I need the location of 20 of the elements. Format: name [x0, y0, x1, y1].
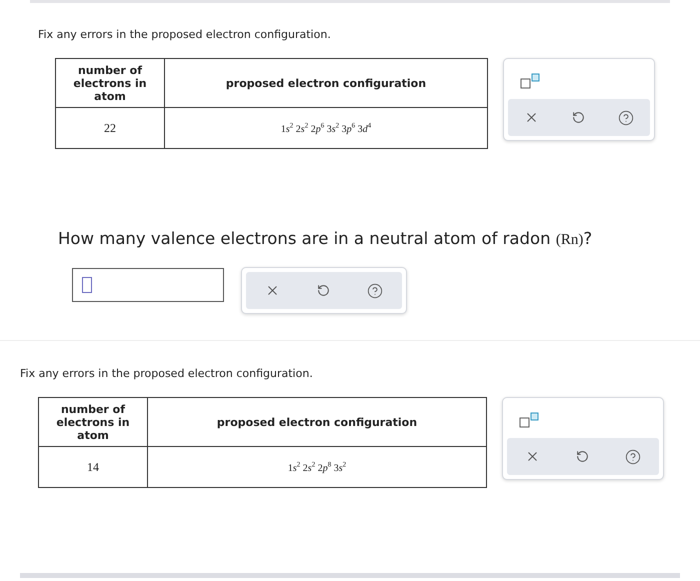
- question-text: How many valence electrons are in a neutral atom of radon (Rn)?: [58, 229, 594, 249]
- column-header: proposed electron configuration: [164, 58, 488, 108]
- column-header: proposed electron configuration: [148, 398, 486, 446]
- help-icon[interactable]: [618, 110, 634, 126]
- answer-field[interactable]: [72, 268, 224, 302]
- undo-icon[interactable]: [316, 284, 330, 297]
- table-cell: 22: [56, 108, 164, 148]
- help-icon[interactable]: [367, 282, 384, 298]
- instruction-text: Fix any errors in the proposed electron configuration.: [20, 367, 314, 380]
- undo-icon[interactable]: [576, 450, 589, 463]
- undo-icon[interactable]: [572, 111, 585, 124]
- help-icon[interactable]: [625, 448, 641, 464]
- column-header: number of electrons in atom: [38, 398, 148, 446]
- table-cell[interactable]: 1s$^{2}$ 2s$^{2}$ 2p$^{8}$ 3s$^{2}$: [148, 446, 486, 488]
- superscript-icon[interactable]: [520, 73, 542, 89]
- superscript-icon[interactable]: [519, 412, 541, 428]
- table-cell[interactable]: 1s$^{2}$ 2s$^{2}$ 2p$^{6}$ 3s$^{2}$ 3p$^{6}$ 3d$^{4}$: [164, 108, 488, 148]
- column-header: number of electrons in atom: [56, 58, 164, 108]
- table-cell: 14: [38, 446, 148, 488]
- instruction-text: Fix any errors in the proposed electron configuration.: [38, 28, 332, 41]
